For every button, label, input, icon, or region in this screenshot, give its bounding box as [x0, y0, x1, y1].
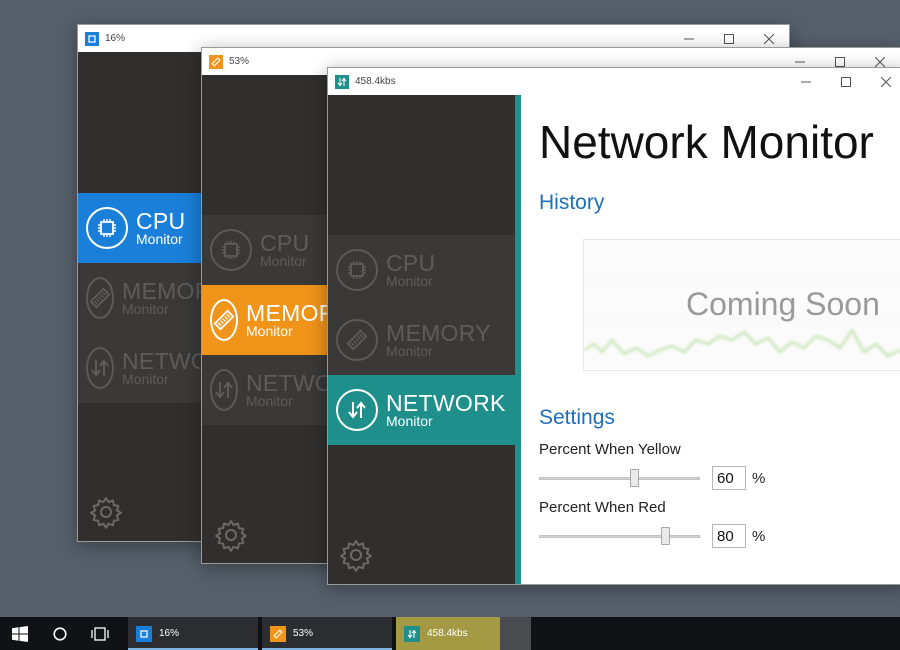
search-circle-icon — [53, 626, 67, 641]
task-view-button[interactable] — [80, 617, 120, 650]
network-arrows-icon — [210, 369, 238, 411]
coming-soon-label: Coming Soon — [686, 286, 880, 322]
network-arrows-icon — [336, 389, 378, 431]
taskbar-app-label: 16% — [159, 628, 180, 639]
nav-title: CPU — [136, 207, 186, 234]
network-arrows-icon — [86, 347, 114, 389]
main-content: Network Monitor History Coming Soon Sett… — [521, 95, 900, 584]
cpu-chip-icon — [210, 229, 252, 271]
nav-title: CPU — [260, 229, 310, 256]
taskbar-app-label: 458.4kbs — [427, 628, 468, 639]
taskbar-app-network-active-tab[interactable] — [500, 617, 531, 650]
settings-gear-icon[interactable] — [88, 494, 124, 530]
taskbar-app-label: 53% — [293, 628, 314, 639]
maximize-button[interactable] — [826, 68, 866, 95]
memory-stick-icon — [210, 299, 238, 341]
close-button[interactable] — [866, 68, 900, 95]
nav-memory[interactable]: MEMORY Monitor — [328, 305, 515, 375]
taskbar-app-memory[interactable]: 53% — [262, 617, 392, 650]
yellow-threshold-input[interactable] — [712, 466, 746, 490]
settings-gear-icon[interactable] — [213, 517, 249, 553]
network-arrows-icon — [335, 74, 349, 89]
nav-cpu[interactable]: CPU Monitor — [202, 215, 332, 285]
cpu-chip-icon — [336, 249, 378, 291]
red-threshold-label: Percent When Red — [539, 499, 666, 516]
nav-network[interactable]: NETWORK Monitor — [202, 355, 365, 425]
memory-stick-icon — [209, 54, 223, 69]
slider-track — [539, 477, 700, 480]
nav-network[interactable]: NETWORK Monitor — [328, 375, 521, 445]
start-button[interactable] — [0, 617, 40, 650]
cpu-chip-icon — [85, 31, 99, 46]
nav-network[interactable]: NETWORK Monitor — [78, 333, 241, 403]
nav-subtitle: Monitor — [386, 412, 433, 429]
slider-track — [539, 535, 700, 538]
nav-subtitle: Monitor — [260, 252, 307, 269]
memory-stick-icon — [336, 319, 378, 361]
sidebar: CPU Monitor MEMORY Monitor NETWORK Monitor — [78, 52, 241, 541]
nav-subtitle: Monitor — [386, 272, 433, 289]
red-threshold-slider[interactable] — [539, 526, 700, 546]
cpu-chip-icon — [136, 625, 152, 642]
taskbar: 16% 53% 458.4kbs — [0, 617, 900, 650]
nav-memory[interactable]: MEMORY Monitor — [202, 285, 351, 355]
memory-stick-icon — [270, 625, 286, 642]
sidebar: CPU Monitor MEMORY Monitor NETWORK Monitor — [328, 95, 521, 584]
minimize-button[interactable] — [786, 68, 826, 95]
nav-title: NETWORK — [386, 389, 506, 416]
slider-thumb[interactable] — [630, 469, 639, 487]
nav-memory[interactable]: MEMORY Monitor — [78, 263, 227, 333]
nav-title: CPU — [386, 249, 436, 276]
yellow-unit-label: % — [752, 470, 766, 487]
network-monitor-window[interactable]: 458.4kbs CPU Monitor MEMORY Monitor NETWOR… — [327, 67, 900, 585]
window-title: 458.4kbs — [355, 76, 396, 87]
taskbar-app-network[interactable]: 458.4kbs — [396, 617, 500, 650]
memory-stick-icon — [86, 277, 114, 319]
yellow-threshold-label: Percent When Yellow — [539, 441, 681, 458]
nav-subtitle: Monitor — [136, 230, 183, 247]
titlebar[interactable]: 458.4kbs — [328, 68, 900, 95]
nav-subtitle: Monitor — [386, 342, 433, 359]
history-chart-placeholder: Coming Soon — [583, 239, 900, 371]
windows-logo-icon — [12, 625, 28, 642]
window-title: 53% — [229, 56, 250, 67]
page-title: Network Monitor — [539, 116, 874, 168]
task-view-icon — [91, 626, 109, 641]
settings-gear-icon[interactable] — [338, 537, 374, 573]
taskbar-app-cpu[interactable]: 16% — [128, 617, 258, 650]
slider-thumb[interactable] — [661, 527, 670, 545]
cpu-chip-icon — [86, 207, 128, 249]
nav-cpu[interactable]: CPU Monitor — [78, 193, 208, 263]
red-threshold-input[interactable] — [712, 524, 746, 548]
settings-heading: Settings — [539, 406, 615, 429]
yellow-threshold-slider[interactable] — [539, 468, 700, 488]
sidebar: CPU Monitor MEMORY Monitor NETWORK Monitor — [202, 75, 365, 563]
history-heading: History — [539, 191, 605, 214]
cortana-button[interactable] — [40, 617, 80, 650]
window-title: 16% — [105, 33, 126, 44]
nav-cpu[interactable]: CPU Monitor — [328, 235, 515, 305]
red-unit-label: % — [752, 528, 766, 545]
network-arrows-icon — [404, 625, 420, 642]
nav-title: MEMORY — [386, 319, 491, 346]
